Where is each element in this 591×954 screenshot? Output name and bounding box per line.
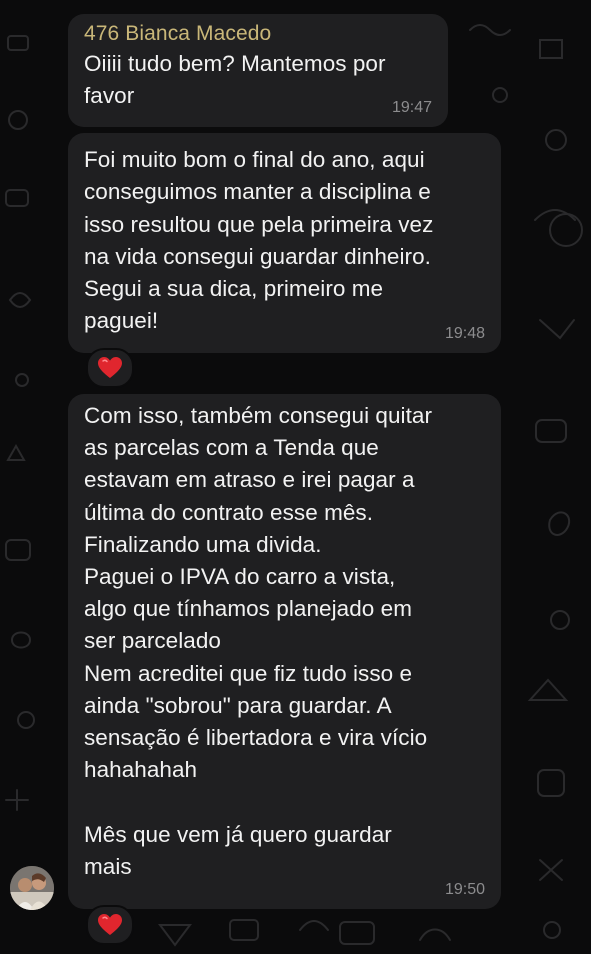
message-timestamp: 19:47 xyxy=(391,99,432,116)
message-reaction[interactable] xyxy=(86,905,134,945)
sender-name[interactable]: 476 Bianca Macedo xyxy=(84,20,432,48)
heart-icon xyxy=(98,914,122,935)
heart-icon xyxy=(98,357,122,378)
message-text: Com isso, também consegui quitar as parc… xyxy=(84,403,432,879)
message-text: Foi muito bom o final do ano, aqui conse… xyxy=(84,147,434,334)
message-timestamp: 19:50 xyxy=(444,881,485,898)
message-list[interactable]: 476 Bianca Macedo Oiiii tudo bem? Mantem… xyxy=(0,0,591,954)
message-timestamp: 19:48 xyxy=(444,325,485,342)
message-text: Oiiii tudo bem? Mantemos por favor xyxy=(84,51,386,109)
message-bubble[interactable]: Foi muito bom o final do ano, aqui conse… xyxy=(68,133,501,353)
contact-avatar[interactable] xyxy=(10,866,54,910)
message-bubble[interactable]: 476 Bianca Macedo Oiiii tudo bem? Mantem… xyxy=(68,14,448,127)
message-reaction[interactable] xyxy=(86,348,134,388)
message-bubble[interactable]: Com isso, também consegui quitar as parc… xyxy=(68,394,501,909)
